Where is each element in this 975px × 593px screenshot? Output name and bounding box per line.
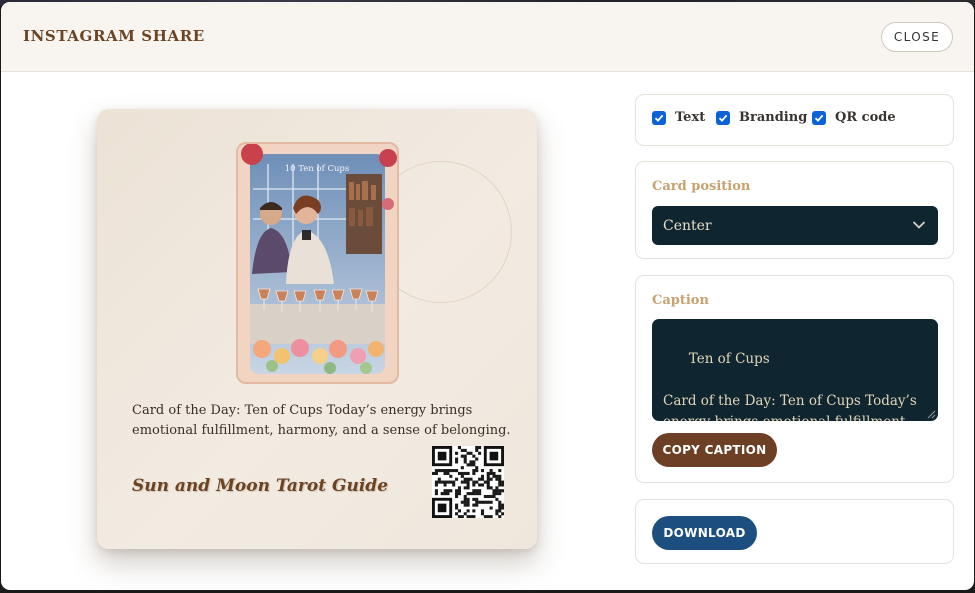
- caption-panel: Caption Ten of Cups Card of the Day: Ten…: [635, 275, 954, 483]
- tarot-card-title: 10 Ten of Cups: [285, 164, 349, 174]
- resize-handle-icon[interactable]: [926, 409, 936, 419]
- copy-caption-button[interactable]: COPY CAPTION: [652, 433, 777, 467]
- checkmark-icon: [718, 114, 728, 122]
- caption-textarea-value: Ten of Cups Card of the Day: Ten of Cups…: [663, 351, 917, 421]
- checkmark-icon: [654, 114, 664, 122]
- qr-code-option[interactable]: QR code: [812, 110, 896, 125]
- preview-caption-text: Card of the Day: Ten of Cups Today’s ene…: [132, 403, 511, 438]
- branding-checkbox[interactable]: [716, 110, 730, 125]
- checkmark-icon: [814, 114, 824, 122]
- qr-code: [432, 446, 505, 519]
- modal-header: INSTAGRAM SHARE CLOSE: [1, 2, 974, 72]
- card-position-label: Card position: [652, 179, 751, 194]
- caption-textarea[interactable]: Ten of Cups Card of the Day: Ten of Cups…: [652, 319, 938, 421]
- download-button[interactable]: DOWNLOAD: [652, 516, 757, 550]
- close-button[interactable]: CLOSE: [881, 22, 953, 52]
- card-position-select[interactable]: Center: [652, 206, 938, 245]
- preview-branding-text: Sun and Moon Tarot Guide: [132, 476, 389, 496]
- branding-option[interactable]: Branding: [716, 110, 807, 125]
- caption-label: Caption: [652, 293, 709, 308]
- qr-code-checkbox[interactable]: [812, 110, 826, 125]
- chevron-down-icon: [912, 221, 926, 229]
- display-options-panel: Text Branding QR code: [635, 94, 954, 146]
- qr-code-option-label: QR code: [835, 110, 896, 125]
- card-position-panel: Card position Center: [635, 161, 954, 259]
- share-preview-image: 10 Ten of Cups Card of the Day: Ten of C…: [97, 109, 537, 549]
- card-position-value: Center: [663, 217, 712, 234]
- instagram-share-modal: INSTAGRAM SHARE CLOSE 10 Ten of Cups Car…: [1, 2, 974, 590]
- modal-title: INSTAGRAM SHARE: [23, 27, 205, 45]
- tarot-card-image: 10 Ten of Cups: [236, 142, 399, 384]
- download-panel: DOWNLOAD: [635, 499, 954, 564]
- text-option[interactable]: Text: [652, 110, 705, 125]
- branding-option-label: Branding: [739, 110, 808, 125]
- text-option-label: Text: [675, 110, 706, 125]
- text-checkbox[interactable]: [652, 110, 666, 125]
